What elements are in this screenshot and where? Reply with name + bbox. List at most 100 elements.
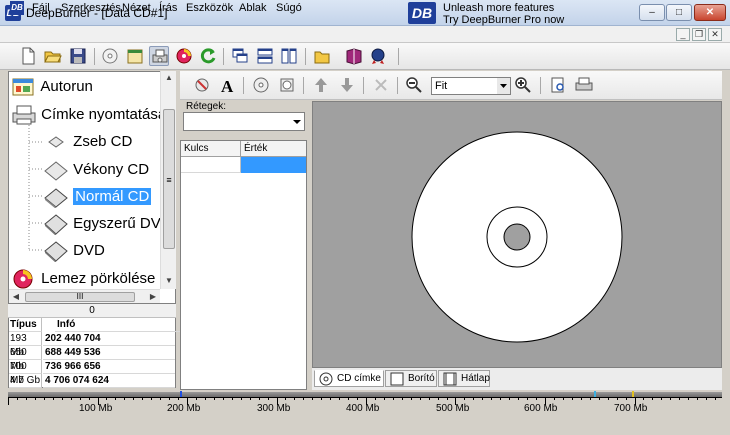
label-canvas[interactable]: [312, 101, 722, 368]
tree-item-burn-disc[interactable]: Lemez pörkölése: [11, 268, 155, 290]
about-button[interactable]: [368, 46, 388, 66]
move-down-button[interactable]: [337, 75, 357, 95]
scroll-up-arrow-icon[interactable]: ▲: [162, 71, 176, 85]
tree-item-autorun[interactable]: Autorun: [11, 76, 93, 98]
properties-table: [180, 140, 307, 390]
ruler-minor-tick: [438, 397, 439, 400]
tab-cover[interactable]: Borító: [385, 370, 437, 387]
close-icon: ✕: [705, 7, 715, 18]
ruler-minor-tick: [527, 397, 528, 400]
tile-horizontal-icon: [257, 48, 273, 64]
project-button[interactable]: [125, 46, 145, 66]
open-button[interactable]: [43, 46, 63, 66]
maximize-button[interactable]: □: [666, 4, 692, 21]
disk-info-row: 650 Mb 688 449 536: [9, 346, 175, 372]
ruler-label: 100 Mb: [79, 403, 113, 414]
tree-item-slim-cd[interactable]: Vékony CD: [43, 159, 149, 181]
menu-view[interactable]: Nézet: [122, 2, 151, 14]
tree-item-pocket-cd[interactable]: Zseb CD: [43, 132, 132, 152]
scroll-down-arrow-icon[interactable]: ▼: [162, 274, 176, 288]
toolbar-separator: [223, 48, 224, 65]
tab-cd-label[interactable]: CD címke: [314, 370, 384, 387]
menu-help[interactable]: Súgó: [276, 2, 302, 14]
layers-label: Rétegek:: [186, 101, 227, 112]
insert-image-button[interactable]: [192, 75, 212, 95]
scroll-right-arrow-icon[interactable]: ▶: [146, 290, 160, 304]
close-window-button[interactable]: ✕: [694, 4, 726, 21]
arrow-down-icon: [341, 78, 353, 92]
cd-label-preview[interactable]: [313, 102, 721, 367]
minimize-button[interactable]: –: [639, 4, 665, 21]
properties-col-value[interactable]: Érték: [241, 141, 306, 157]
menu-edit[interactable]: Szerkesztés: [61, 2, 121, 14]
zoom-out-button[interactable]: [404, 75, 424, 95]
delete-button[interactable]: [371, 75, 391, 95]
label-print-button[interactable]: [149, 46, 169, 66]
tree-item-label: Zseb CD: [73, 132, 133, 150]
tab-back-cover[interactable]: Hátlap: [438, 370, 490, 387]
tree-item-dvd[interactable]: DVD: [43, 240, 105, 263]
ruler-minor-tick: [608, 397, 609, 400]
chevron-down-icon: [293, 120, 301, 124]
mdi-restore-button[interactable]: ❐: [692, 28, 706, 41]
layers-select[interactable]: [183, 112, 305, 131]
cover-icon: [390, 372, 404, 386]
properties-key-cell[interactable]: [181, 157, 241, 173]
tree-item-label-print[interactable]: Címke nyomtatása: [11, 104, 166, 126]
ruler-minor-tick: [232, 397, 233, 400]
cascade-button[interactable]: [230, 46, 250, 66]
menu-file[interactable]: Fájl: [32, 2, 50, 14]
menu-window[interactable]: Ablak: [239, 2, 267, 14]
print-preview-button[interactable]: [548, 75, 568, 95]
tree-item-single-dvd[interactable]: Egyszerű DVD: [43, 213, 172, 236]
deepburner-pro-logo-icon[interactable]: DB: [408, 2, 436, 24]
toolbar-separator: [540, 77, 541, 94]
tree-hscroll-thumb[interactable]: III: [25, 292, 135, 302]
disk-size-cell: 4 706 074 624: [43, 374, 175, 388]
cover-layout-button[interactable]: [277, 75, 297, 95]
move-up-button[interactable]: [311, 75, 331, 95]
properties-value-cell[interactable]: [241, 157, 306, 173]
burn-button[interactable]: [174, 46, 194, 66]
autorun-icon: [12, 78, 34, 96]
menu-burn[interactable]: Írás: [159, 2, 177, 14]
properties-col-key[interactable]: Kulcs: [181, 141, 241, 157]
print-button[interactable]: [574, 75, 594, 95]
tile-vertical-button[interactable]: [279, 46, 299, 66]
refresh-button[interactable]: [198, 46, 218, 66]
ruler-label: 300 Mb: [257, 403, 291, 414]
document-system-menu-icon[interactable]: DB: [10, 1, 24, 15]
burn-disc-icon: [176, 48, 192, 64]
tile-horizontal-button[interactable]: [255, 46, 275, 66]
ruler-minor-tick: [196, 397, 197, 400]
scroll-left-arrow-icon[interactable]: ◀: [9, 290, 23, 304]
disc-button[interactable]: [100, 46, 120, 66]
ruler-minor-tick: [402, 397, 403, 400]
insert-text-button[interactable]: A: [218, 75, 238, 96]
disc-layout-button[interactable]: [251, 75, 271, 95]
save-button[interactable]: [68, 46, 88, 66]
mdi-minimize-button[interactable]: _: [676, 28, 690, 41]
zoom-in-button[interactable]: [513, 75, 533, 95]
tree-horizontal-scrollbar[interactable]: ◀ III ▶: [9, 289, 160, 303]
ruler-minor-tick: [241, 397, 242, 400]
promo-headline[interactable]: Unleash more features: [443, 2, 554, 14]
browse-folder-button[interactable]: [312, 46, 332, 66]
tree-item-normal-cd[interactable]: Normál CD: [43, 186, 152, 209]
pocket-cd-case-icon: [48, 136, 64, 148]
promo-cta-link[interactable]: Try DeepBurner Pro now: [443, 14, 564, 26]
tree-item-label: Egyszerű DVD: [73, 214, 172, 232]
help-book-button[interactable]: [344, 46, 364, 66]
ruler-minor-tick: [71, 397, 72, 400]
menu-tools[interactable]: Eszközök: [186, 2, 233, 14]
tree-vscroll-thumb[interactable]: ≡: [163, 109, 175, 249]
new-button[interactable]: [18, 46, 38, 66]
ruler-minor-tick: [62, 397, 63, 400]
zoom-select[interactable]: Fit: [431, 77, 511, 95]
tree-vertical-scrollbar[interactable]: ▲ ≡ ▼: [160, 71, 176, 289]
ruler-minor-tick: [500, 397, 501, 400]
mdi-close-button[interactable]: ✕: [708, 28, 722, 41]
ruler-minor-tick: [375, 397, 376, 400]
cascade-windows-icon: [232, 48, 248, 63]
project-tree: Autorun Címke nyomtatása Zseb CD Vékony …: [8, 71, 176, 304]
